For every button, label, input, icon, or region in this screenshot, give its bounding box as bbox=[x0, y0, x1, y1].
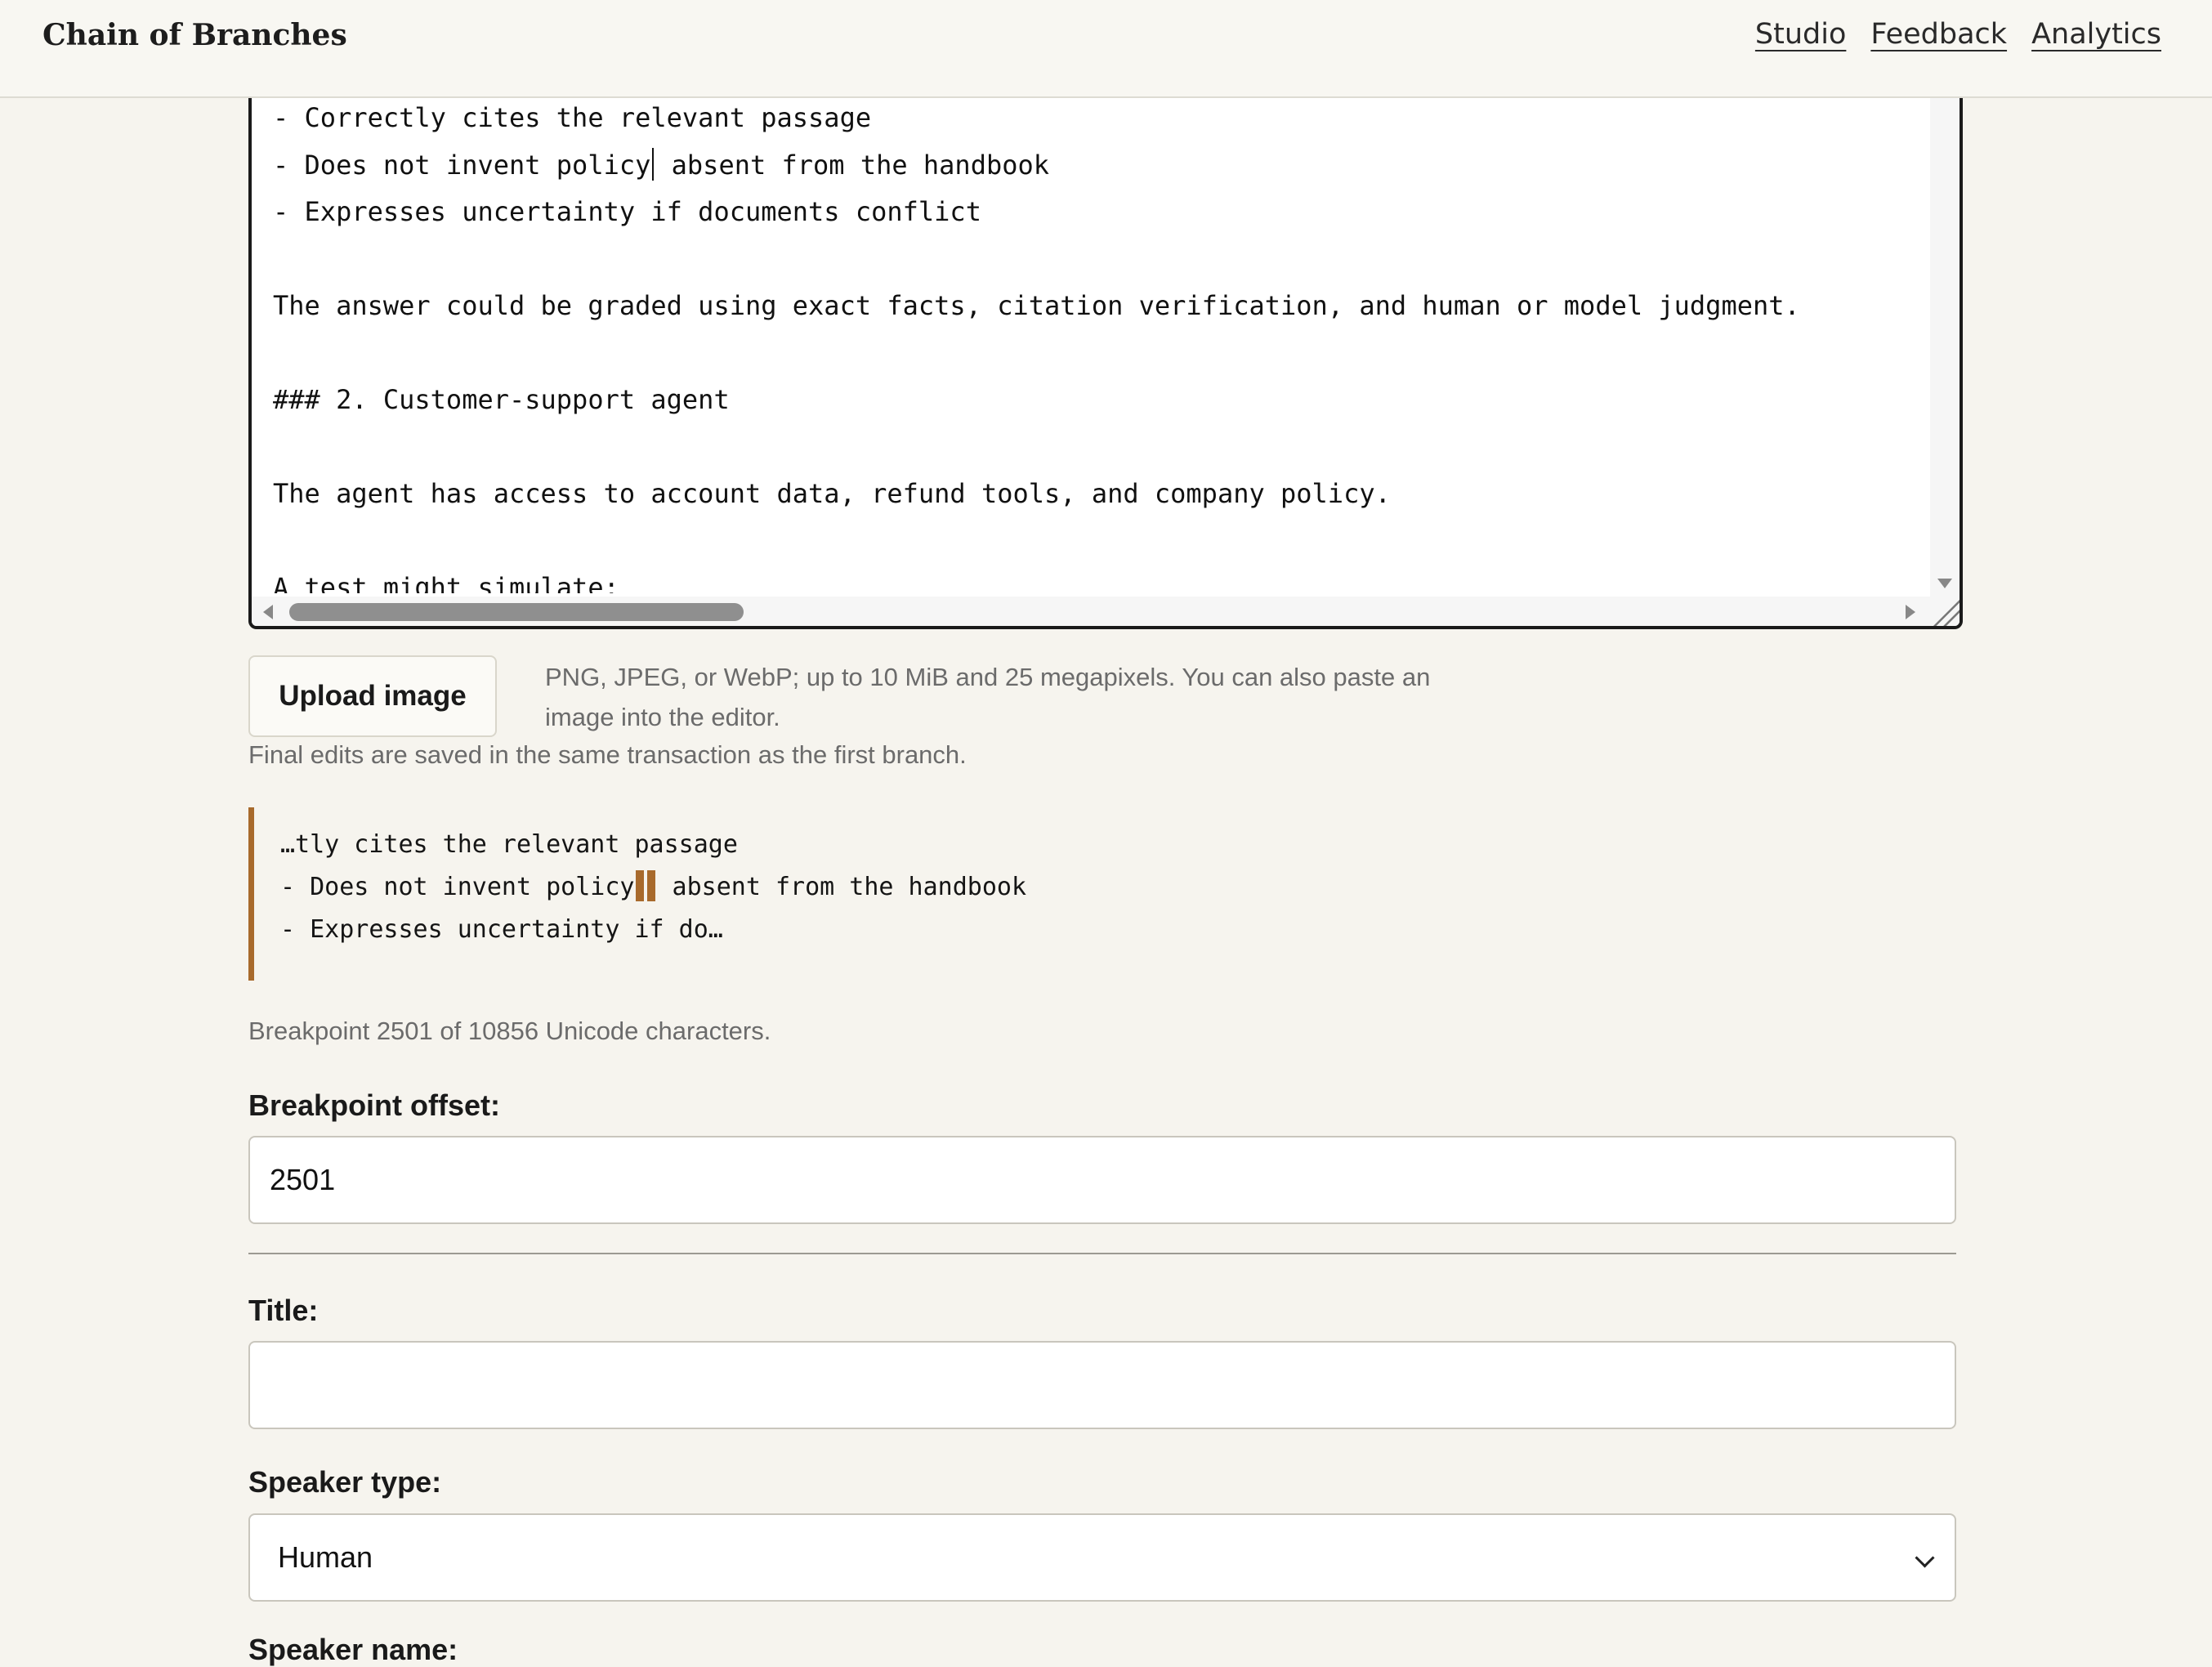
breakpoint-offset-label: Breakpoint offset: bbox=[248, 1088, 501, 1122]
speaker-type-select[interactable]: Human bbox=[248, 1513, 1956, 1602]
main-nav: Studio Feedback Analytics bbox=[1755, 18, 2161, 51]
section-divider bbox=[248, 1253, 1956, 1254]
upload-help-text: PNG, JPEG, or WebP; up to 10 MiB and 25 … bbox=[545, 663, 1431, 731]
horizontal-scroll-thumb[interactable] bbox=[289, 603, 744, 621]
nav-feedback-link[interactable]: Feedback bbox=[1870, 18, 2007, 51]
breakpoint-offset-input[interactable]: 2501 bbox=[248, 1136, 1956, 1224]
speaker-name-label: Speaker name: bbox=[248, 1633, 458, 1666]
speaker-type-label: Speaker type: bbox=[248, 1465, 442, 1499]
scroll-down-arrow-icon[interactable] bbox=[1937, 579, 1952, 588]
title-label: Title: bbox=[248, 1294, 319, 1327]
resize-grip-icon[interactable] bbox=[1930, 597, 1960, 626]
editor-text-after-caret: absent from the handbook - Expresses unc… bbox=[273, 149, 1800, 594]
horizontal-scrollbar[interactable] bbox=[252, 597, 1960, 626]
vertical-scrollbar[interactable] bbox=[1930, 90, 1960, 597]
nav-analytics-link[interactable]: Analytics bbox=[2031, 18, 2161, 51]
title-input[interactable] bbox=[248, 1341, 1956, 1429]
nav-studio-link[interactable]: Studio bbox=[1755, 18, 1846, 51]
chevron-down-icon bbox=[1915, 1548, 1935, 1568]
speaker-type-value: Human bbox=[278, 1540, 373, 1574]
scroll-left-arrow-icon[interactable] bbox=[263, 605, 273, 619]
top-bar: Chain of Branches Studio Feedback Analyt… bbox=[0, 0, 2212, 98]
breakpoint-marker-icon bbox=[636, 870, 656, 901]
brand-title[interactable]: Chain of Branches bbox=[42, 18, 347, 52]
text-caret bbox=[652, 147, 655, 181]
breakpoint-info: Breakpoint 2501 of 10856 Unicode charact… bbox=[248, 1017, 771, 1045]
scroll-right-arrow-icon[interactable] bbox=[1906, 605, 1915, 619]
content-editor[interactable]: - Correctly cites the relevant passage -… bbox=[248, 90, 1963, 629]
upload-image-button[interactable]: Upload image bbox=[248, 655, 497, 737]
save-note: Final edits are saved in the same transa… bbox=[248, 740, 967, 769]
breakpoint-offset-value: 2501 bbox=[270, 1163, 336, 1196]
breakpoint-preview: …tly cites the relevant passage - Does n… bbox=[248, 807, 1147, 981]
editor-text[interactable]: - Correctly cites the relevant passage -… bbox=[273, 95, 1924, 593]
